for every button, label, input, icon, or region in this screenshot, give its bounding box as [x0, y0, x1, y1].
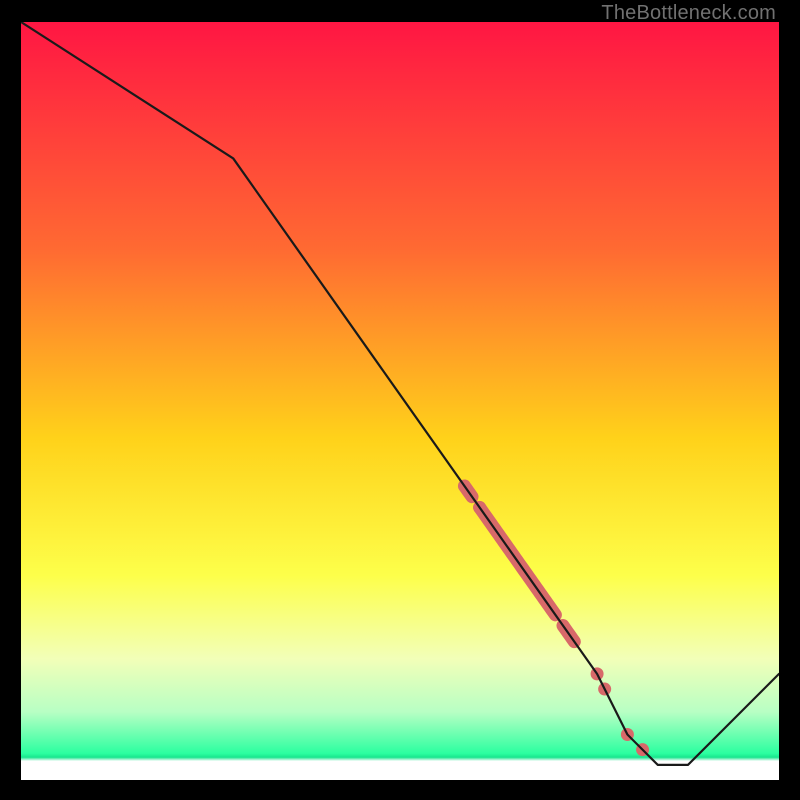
- chart-line: [21, 22, 779, 780]
- chart-container: TheBottleneck.com: [0, 0, 800, 800]
- plot-area: [21, 22, 779, 780]
